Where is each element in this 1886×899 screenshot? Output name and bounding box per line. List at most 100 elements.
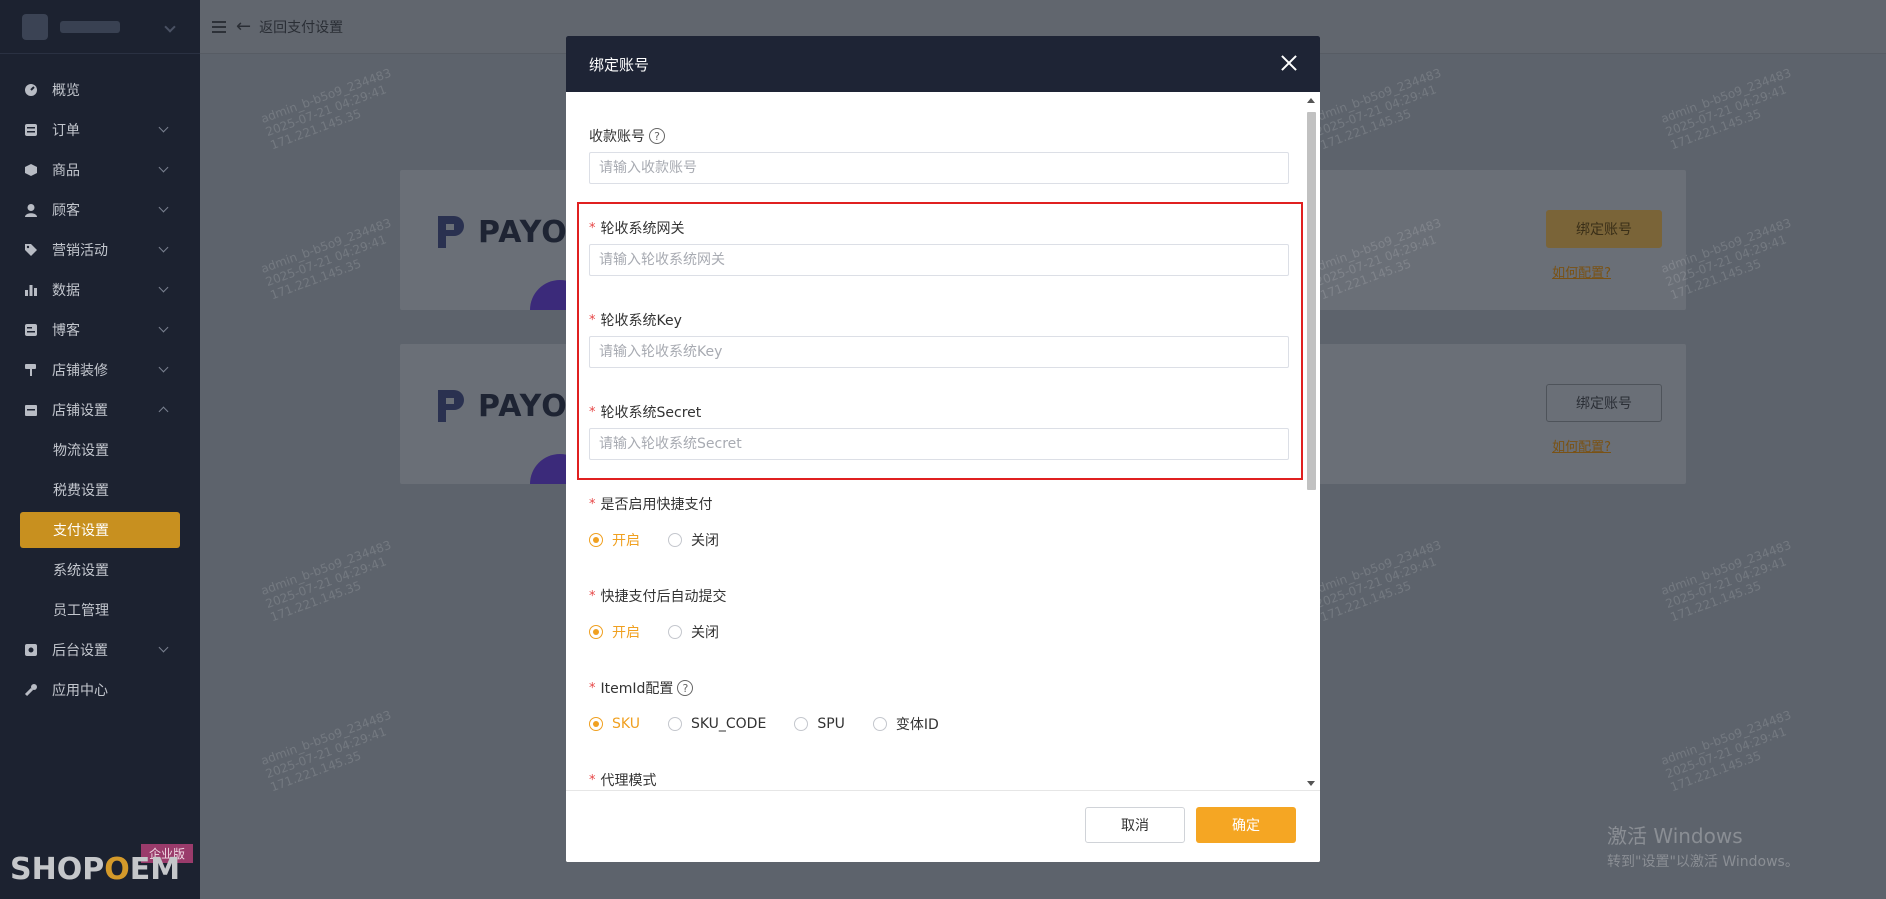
payment-logo: PAYOI — [436, 388, 580, 424]
scroll-up-arrow[interactable] — [1307, 98, 1315, 103]
account-input[interactable] — [589, 152, 1289, 184]
key-label: * 轮收系统Key — [589, 312, 682, 330]
bind-account-button[interactable]: 绑定账号 — [1546, 210, 1662, 248]
sidebar-item-label: 概览 — [52, 83, 80, 99]
menu-icon[interactable] — [212, 20, 226, 33]
sidebar-item-customers[interactable]: 顾客 — [0, 190, 200, 230]
activation-title: 激活 Windows — [1607, 824, 1743, 848]
sidebar-item-app-center[interactable]: 应用中心 — [0, 670, 200, 710]
watermark: admin_b-b5o9_234483 2025-07-21 04:29:41 … — [1308, 537, 1444, 625]
sidebar-item-products[interactable]: 商品 — [0, 150, 200, 190]
chevron-down-icon — [158, 282, 169, 293]
dialog-body: 收款账号 ? *轮收系统网关 *轮收系统Key *轮收系统Secret *是否启… — [566, 92, 1320, 790]
watermark: admin_b-b5o9_234483 2025-07-21 04:29:41 … — [1658, 65, 1794, 153]
scrollbar-thumb[interactable] — [1307, 112, 1316, 490]
radio-option[interactable]: SKU — [589, 716, 640, 732]
quick-pay-label: * 是否启用快捷支付 — [589, 496, 713, 514]
chevron-down-icon — [158, 242, 169, 253]
radio-option[interactable]: 开启 — [589, 622, 640, 642]
sidebar-item-label: 后台设置 — [52, 643, 108, 659]
help-icon[interactable]: ? — [649, 128, 665, 144]
sidebar-item-overview[interactable]: 概览 — [0, 70, 200, 110]
radio-option[interactable]: 开启 — [589, 530, 640, 550]
gateway-input[interactable] — [589, 244, 1289, 276]
radio-option[interactable]: 关闭 — [668, 530, 719, 550]
sidebar-subitem-tax[interactable]: 税费设置 — [0, 470, 200, 510]
radio-option[interactable]: 关闭 — [668, 622, 719, 642]
sidebar-item-marketing[interactable]: 营销活动 — [0, 230, 200, 270]
sidebar-item-admin-settings[interactable]: 后台设置 — [0, 630, 200, 670]
confirm-button[interactable]: 确定 — [1196, 807, 1296, 843]
chevron-down-icon — [158, 322, 169, 333]
watermark: admin_b-b5o9_234483 2025-07-21 04:29:41 … — [1658, 707, 1794, 795]
sidebar-item-label: 店铺装修 — [52, 363, 108, 379]
chevron-down-icon — [158, 122, 169, 133]
sidebar-subitem-payment[interactable]: 支付设置 — [20, 512, 180, 548]
arrow-left-icon: ← — [236, 16, 252, 37]
brand-logo: SHOPOEM — [10, 852, 181, 887]
watermark: admin_b-b5o9_234483 2025-07-21 04:29:41 … — [1658, 537, 1794, 625]
watermark: admin_b-b5o9_234483 2025-07-21 04:29:41 … — [258, 537, 394, 625]
sidebar: 概览 订单 商品 顾客 营销活动 数据 博客 店铺装修 店铺设置 物流设置 税费… — [0, 0, 200, 899]
payoneer-icon — [438, 216, 464, 248]
store-switcher[interactable] — [0, 0, 200, 54]
watermark: admin_b-b5o9_234483 2025-07-21 04:29:41 … — [1308, 65, 1444, 153]
scroll-down-arrow[interactable] — [1307, 781, 1315, 786]
sidebar-item-orders[interactable]: 订单 — [0, 110, 200, 150]
quick-pay-radio-group: 开启 关闭 — [589, 530, 747, 550]
bind-account-dialog: 绑定账号 收款账号 ? *轮收系统网关 *轮收系统Key *轮收系统Secret… — [566, 36, 1320, 862]
chevron-down-icon — [158, 162, 169, 173]
dialog-header: 绑定账号 — [566, 36, 1320, 92]
chevron-down-icon — [158, 642, 169, 653]
chevron-down-icon — [164, 20, 176, 33]
wrench-icon — [24, 683, 38, 697]
cancel-button[interactable]: 取消 — [1085, 807, 1185, 843]
chevron-down-icon — [158, 202, 169, 213]
payment-logo: PAYOI — [436, 214, 580, 250]
proxy-mode-field: * 代理模式 — [589, 770, 1289, 790]
activation-subtitle: 转到"设置"以激活 Windows。 — [1607, 854, 1799, 870]
sidebar-item-blog[interactable]: 博客 — [0, 310, 200, 350]
auto-submit-field: * 快捷支付后自动提交 开启 关闭 — [589, 586, 1289, 641]
item-id-radio-group: SKU SKU_CODE SPU 变体ID — [589, 714, 967, 734]
key-input[interactable] — [589, 336, 1289, 368]
sidebar-item-label: 订单 — [52, 123, 80, 139]
user-icon — [24, 203, 38, 217]
secret-input[interactable] — [589, 428, 1289, 460]
proxy-mode-label: * 代理模式 — [589, 772, 657, 790]
gateway-field: * 轮收系统网关 — [589, 218, 1289, 276]
sidebar-item-store-settings[interactable]: 店铺设置 — [0, 390, 200, 430]
sidebar-item-label: 数据 — [52, 283, 80, 299]
close-icon[interactable] — [1278, 52, 1300, 74]
order-icon — [24, 123, 38, 137]
payment-logo-text: PAYOI — [478, 214, 580, 250]
watermark: admin_b-b5o9_234483 2025-07-21 04:29:41 … — [258, 65, 394, 153]
sidebar-item-data[interactable]: 数据 — [0, 270, 200, 310]
sidebar-item-label: 应用中心 — [52, 683, 108, 699]
secret-field: * 轮收系统Secret — [589, 402, 1289, 460]
radio-option[interactable]: SPU — [794, 716, 845, 732]
store-avatar — [22, 13, 48, 40]
scrollbar[interactable] — [1304, 98, 1318, 786]
sidebar-item-decoration[interactable]: 店铺装修 — [0, 350, 200, 390]
back-link[interactable]: ← 返回支付设置 — [236, 16, 343, 37]
account-field: 收款账号 ? — [589, 126, 1289, 184]
bind-account-button[interactable]: 绑定账号 — [1546, 384, 1662, 422]
how-to-configure-link[interactable]: 如何配置? — [1552, 262, 1611, 281]
auto-submit-radio-group: 开启 关闭 — [589, 622, 747, 642]
sidebar-subitem-staff[interactable]: 员工管理 — [0, 590, 200, 630]
payoneer-icon — [438, 390, 464, 422]
sidebar-subitem-system[interactable]: 系统设置 — [0, 550, 200, 590]
chevron-down-icon — [158, 362, 169, 373]
box-icon — [24, 163, 38, 177]
blog-icon — [24, 323, 38, 337]
account-label: 收款账号 ? — [589, 126, 1289, 146]
settings-icon — [24, 643, 38, 657]
sidebar-item-label: 营销活动 — [52, 243, 108, 259]
how-to-configure-link[interactable]: 如何配置? — [1552, 436, 1611, 455]
radio-option[interactable]: 变体ID — [872, 714, 939, 734]
radio-option[interactable]: SKU_CODE — [667, 716, 766, 732]
auto-submit-label: * 快捷支付后自动提交 — [589, 588, 727, 606]
sidebar-subitem-shipping[interactable]: 物流设置 — [0, 430, 200, 470]
help-icon[interactable]: ? — [677, 680, 694, 696]
